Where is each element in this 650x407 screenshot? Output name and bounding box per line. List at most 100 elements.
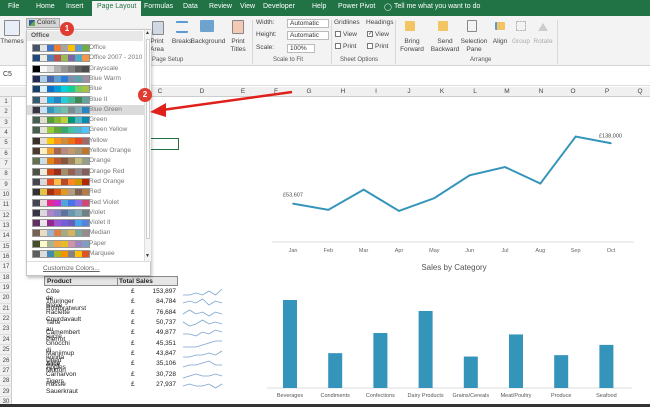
color-scheme-office[interactable]: Office [27,43,144,53]
color-scheme-red-violet[interactable]: Red Violet [27,198,144,208]
bar-confections[interactable] [373,333,387,388]
total-sales-value[interactable]: 153,897 [140,288,176,295]
bar-meat-poultry[interactable] [509,334,523,388]
row-header[interactable]: 15 [0,242,12,252]
row-header[interactable]: 29 [0,387,12,397]
color-scheme-blue[interactable]: Blue [27,84,144,94]
row-header[interactable]: 4 [0,128,12,138]
tab-insert[interactable]: Insert [66,3,84,10]
height-select[interactable]: Automatic [287,31,329,40]
row-header[interactable]: 19 [0,283,12,293]
menu-scrollbar[interactable]: ▲ ▼ [144,30,151,261]
row-header[interactable]: 17 [0,262,12,272]
color-scheme-yellow-orange[interactable]: Yellow Orange [27,146,144,156]
row-header[interactable]: 18 [0,273,12,283]
row-header[interactable]: 26 [0,356,12,366]
row-header[interactable]: 25 [0,345,12,355]
row-header[interactable]: 21 [0,304,12,314]
row-header[interactable]: 23 [0,324,12,334]
total-sales-value[interactable]: 76,684 [140,309,176,316]
align-button[interactable]: Align [490,38,510,46]
row-header[interactable]: 13 [0,221,12,231]
colors-button[interactable]: Colors [26,18,60,28]
column-header[interactable]: E [233,88,253,95]
headings-view-checkbox[interactable]: ✓View [367,31,389,39]
print-titles-button[interactable]: Print Titles [228,38,248,54]
selection-pane-button[interactable]: Selection Pane [460,38,488,54]
row-header[interactable]: 7 [0,159,12,169]
tab-developer[interactable]: Developer [263,3,295,10]
tab-formulas[interactable]: Formulas [144,3,173,10]
tab-home[interactable]: Home [36,3,55,10]
color-scheme-orange[interactable]: Orange [27,156,144,166]
row-header[interactable]: 1 [0,97,12,107]
column-header[interactable]: M [497,88,517,95]
tab-power-pivot[interactable]: Power Pivot [338,3,375,10]
gridlines-view-checkbox[interactable]: View [335,31,357,39]
sales-by-category-chart[interactable]: Sales by CategoryBeveragesCondimentsConf… [262,258,647,404]
column-header[interactable]: O [563,88,583,95]
row-header[interactable]: 16 [0,252,12,262]
color-scheme-red[interactable]: Red [27,187,144,197]
total-sales-value[interactable]: 30,728 [140,371,176,378]
column-header[interactable]: D [192,88,212,95]
total-sales-value[interactable]: 45,351 [140,340,176,347]
bar-produce[interactable] [554,355,568,388]
color-scheme-blue-warm[interactable]: Blue Warm [27,74,144,84]
total-sales-value[interactable]: 27,937 [140,381,176,388]
row-header[interactable]: 8 [0,169,12,179]
column-header[interactable]: K [432,88,452,95]
bring-forward-button[interactable]: Bring Forward [397,38,427,54]
column-header[interactable]: J [399,88,419,95]
color-scheme-orange-red[interactable]: Orange Red [27,167,144,177]
row-header[interactable]: 14 [0,231,12,241]
column-header[interactable]: N [531,88,551,95]
color-scheme-paper[interactable]: Paper [27,239,144,249]
color-scheme-blue-ii[interactable]: Blue II [27,95,144,105]
color-scheme-marquee[interactable]: Marquee [27,249,144,259]
background-button[interactable]: Background [189,38,227,46]
color-scheme-violet[interactable]: Violet [27,208,144,218]
width-select[interactable]: Automatic [287,19,329,28]
total-sales-value[interactable]: 50,737 [140,319,176,326]
rotate-button[interactable]: Rotate [533,38,553,46]
column-header[interactable]: Q [630,88,650,95]
monthly-sales-line-chart[interactable]: JanFebMarAprMayJunJulAugSepOct£53,607£13… [262,100,647,260]
row-header[interactable]: 22 [0,314,12,324]
row-header[interactable]: 20 [0,293,12,303]
product-name[interactable]: Rössle Sauerkraut [46,381,78,395]
row-header[interactable]: 24 [0,335,12,345]
scale-input[interactable]: 100% [287,44,315,53]
scroll-down-icon[interactable]: ▼ [145,253,150,259]
total-sales-value[interactable]: 43,847 [140,350,176,357]
column-header[interactable]: C [150,88,170,95]
themes-button[interactable]: Themes [0,38,24,46]
color-scheme-blue-green[interactable]: Blue Green [27,105,144,115]
total-sales-value[interactable]: 35,106 [140,360,176,367]
column-header[interactable]: H [333,88,353,95]
tab-review[interactable]: Review [209,3,232,10]
column-header[interactable]: F [266,88,286,95]
bar-condiments[interactable] [328,353,342,388]
scrollbar-thumb[interactable] [146,39,150,239]
color-scheme-green[interactable]: Green [27,115,144,125]
name-box[interactable]: C5 [3,71,12,78]
column-header[interactable]: P [597,88,617,95]
color-scheme-violet-ii[interactable]: Violet II [27,218,144,228]
row-header[interactable]: 2 [0,107,12,117]
column-header[interactable]: I [366,88,386,95]
color-scheme-yellow[interactable]: Yellow [27,136,144,146]
gridlines-print-checkbox[interactable]: Print [335,43,356,51]
color-scheme-median[interactable]: Median [27,228,144,238]
column-header[interactable]: G [299,88,319,95]
group-button[interactable]: Group [511,38,531,46]
tab-help[interactable]: Help [312,3,326,10]
tab-view[interactable]: View [240,3,255,10]
row-header[interactable]: 10 [0,190,12,200]
tab-page-layout[interactable]: Page Layout [92,1,141,16]
bar-beverages[interactable] [283,300,297,388]
row-header[interactable]: 6 [0,149,12,159]
row-header[interactable]: 3 [0,118,12,128]
row-header[interactable]: 12 [0,211,12,221]
column-header[interactable]: L [465,88,485,95]
